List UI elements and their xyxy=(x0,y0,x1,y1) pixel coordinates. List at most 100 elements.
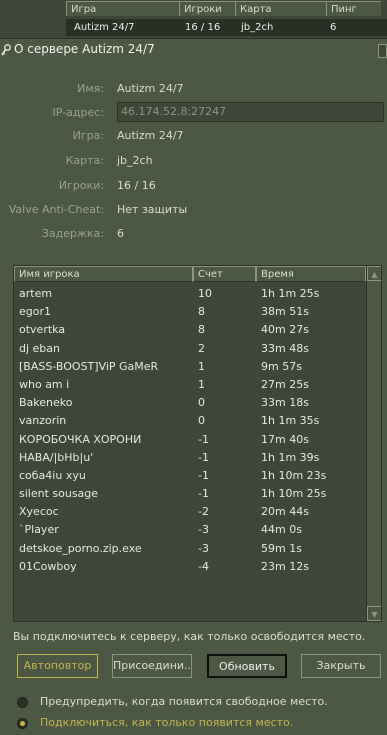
player-list[interactable]: Имя игрока Счет Время artem 10 1h 1m 25s e… xyxy=(13,265,382,622)
players-value: 16 / 16 xyxy=(117,179,156,192)
table-row[interactable]: egor1 8 38m 51s xyxy=(14,303,366,321)
player-name: otvertka xyxy=(19,323,66,337)
server-row[interactable]: Autizm 24/7 16 / 16 jb_2ch 6 xyxy=(66,19,387,36)
column-score[interactable]: Счет xyxy=(193,266,256,282)
player-time: 1h 1m 39s xyxy=(261,450,320,464)
table-row[interactable]: Bakeneko 0 33m 18s xyxy=(14,394,366,412)
table-row[interactable]: otvertka 8 40m 27s xyxy=(14,321,366,339)
table-row[interactable]: silent sousage -1 1h 10m 25s xyxy=(14,485,366,503)
player-score: 0 xyxy=(198,414,205,428)
player-score: 2 xyxy=(198,341,205,355)
player-name: who am i xyxy=(19,377,70,391)
player-score: -4 xyxy=(198,559,209,573)
player-score: -1 xyxy=(198,450,209,464)
server-row-players: 16 / 16 xyxy=(185,22,221,33)
map-value: jb_2ch xyxy=(117,154,153,167)
column-game[interactable]: Игра xyxy=(66,1,179,16)
player-score: 8 xyxy=(198,305,205,319)
player-name: `Player xyxy=(19,523,59,537)
scroll-up-icon[interactable]: ▲ xyxy=(367,266,381,281)
player-name: НАВА/|bНb|u' xyxy=(19,450,94,464)
table-row[interactable]: `Player -3 44m 0s xyxy=(14,521,366,539)
player-time: 1h 1m 35s xyxy=(261,414,320,428)
player-score: -3 xyxy=(198,523,209,537)
player-time: 23m 12s xyxy=(261,559,309,573)
server-row-game: Autizm 24/7 xyxy=(74,22,135,33)
table-row[interactable]: Xyecoc -2 20m 44s xyxy=(14,503,366,521)
player-name: КОРОБОЧКА ХОРОНИ xyxy=(19,432,142,446)
notify-radio[interactable] xyxy=(17,697,28,708)
player-name: coбa4iu xyu xyxy=(19,468,86,482)
player-time: 1h 1m 25s xyxy=(261,287,320,300)
game-value: Autizm 24/7 xyxy=(117,129,184,142)
player-time: 33m 18s xyxy=(261,396,309,410)
player-name: Xyecoc xyxy=(19,505,59,519)
column-map[interactable]: Карта xyxy=(235,1,326,16)
player-rows: artem 10 1h 1m 25s egor1 8 38m 51s otvertka 8… xyxy=(14,285,366,576)
player-score: -1 xyxy=(198,468,209,482)
connect-notice: Вы подключитесь к серверу, как только ос… xyxy=(13,630,366,643)
player-time: 20m 44s xyxy=(261,505,309,519)
server-list-header: Игра Игроки Карта Пинг xyxy=(0,0,387,17)
player-name: vanzorin xyxy=(19,414,67,428)
server-list-strip: Игра Игроки Карта Пинг Autizm 24/7 16 / … xyxy=(0,0,387,38)
column-player-name[interactable]: Имя игрока xyxy=(14,266,193,282)
player-name: 01Cowboy xyxy=(19,559,77,573)
player-time: 40m 27s xyxy=(261,323,309,337)
autojoin-option-label[interactable]: Подключиться, как только появится место. xyxy=(40,716,293,729)
map-label: Карта: xyxy=(65,154,104,167)
column-players[interactable]: Игроки xyxy=(179,1,235,16)
player-score: 10 xyxy=(198,287,212,300)
player-time: 27m 25s xyxy=(261,377,309,391)
server-row-map: jb_2ch xyxy=(241,22,274,33)
key-icon xyxy=(1,44,11,56)
refresh-button[interactable]: Обновить xyxy=(207,654,287,678)
name-label: Имя: xyxy=(77,82,104,95)
player-name: dj eban xyxy=(19,341,60,355)
ip-address-field[interactable]: 46.174.52.8:27247 xyxy=(117,102,384,122)
player-score: -1 xyxy=(198,432,209,446)
table-row[interactable]: dj eban 2 33m 48s xyxy=(14,340,366,358)
player-time: 17m 40s xyxy=(261,432,309,446)
vac-value: Нет защиты xyxy=(117,203,188,216)
player-score: 8 xyxy=(198,323,205,337)
latency-label: Задержка: xyxy=(41,227,104,240)
player-name: artem xyxy=(19,287,53,300)
players-label: Игроки: xyxy=(58,179,104,192)
table-row[interactable]: КОРОБОЧКА ХОРОНИ -1 17m 40s xyxy=(14,431,366,449)
player-time: 38m 51s xyxy=(261,305,309,319)
player-name: [BASS-BOOST]ViP GaMeR xyxy=(19,359,159,373)
table-row[interactable]: who am i 1 27m 25s xyxy=(14,376,366,394)
column-time[interactable]: Время xyxy=(256,266,366,282)
player-time: 44m 0s xyxy=(261,523,302,537)
join-button[interactable]: Присоедини... xyxy=(112,654,192,678)
table-row[interactable]: vanzorin 0 1h 1m 35s xyxy=(14,412,366,430)
player-name: Bakeneko xyxy=(19,396,73,410)
dialog-title: О сервере Autizm 24/7 xyxy=(14,42,155,56)
name-value: Autizm 24/7 xyxy=(117,82,184,95)
table-row[interactable]: coбa4iu xyu -1 1h 10m 23s xyxy=(14,467,366,485)
player-score: -2 xyxy=(198,505,209,519)
table-row[interactable]: НАВА/|bНb|u' -1 1h 1m 39s xyxy=(14,449,366,467)
player-score: 1 xyxy=(198,359,205,373)
close-icon[interactable] xyxy=(378,44,387,58)
notify-option-label[interactable]: Предупредить, когда появится свободное м… xyxy=(40,695,328,708)
latency-value: 6 xyxy=(117,227,124,240)
column-ping[interactable]: Пинг xyxy=(326,1,381,16)
close-button[interactable]: Закрыть xyxy=(301,654,381,678)
player-time: 59m 1s xyxy=(261,541,302,555)
autoretry-button[interactable]: Автоповтор xyxy=(17,654,98,678)
player-name: silent sousage xyxy=(19,487,99,501)
table-row[interactable]: [BASS-BOOST]ViP GaMeR 1 9m 57s xyxy=(14,358,366,376)
scroll-down-icon[interactable]: ▼ xyxy=(367,606,381,621)
player-time: 1h 10m 23s xyxy=(261,468,327,482)
table-row[interactable]: detskoe_porno.zip.exe -3 59m 1s xyxy=(14,540,366,558)
player-list-scrollbar[interactable]: ▲ ▼ xyxy=(366,266,381,621)
player-time: 1h 10m 25s xyxy=(261,487,327,501)
table-row[interactable]: artem 10 1h 1m 25s xyxy=(14,285,366,303)
player-score: -3 xyxy=(198,541,209,555)
table-row[interactable]: 01Cowboy -4 23m 12s xyxy=(14,558,366,576)
autojoin-radio[interactable] xyxy=(17,718,28,729)
divider xyxy=(0,38,387,39)
ip-label: IP-адрес: xyxy=(52,106,104,119)
